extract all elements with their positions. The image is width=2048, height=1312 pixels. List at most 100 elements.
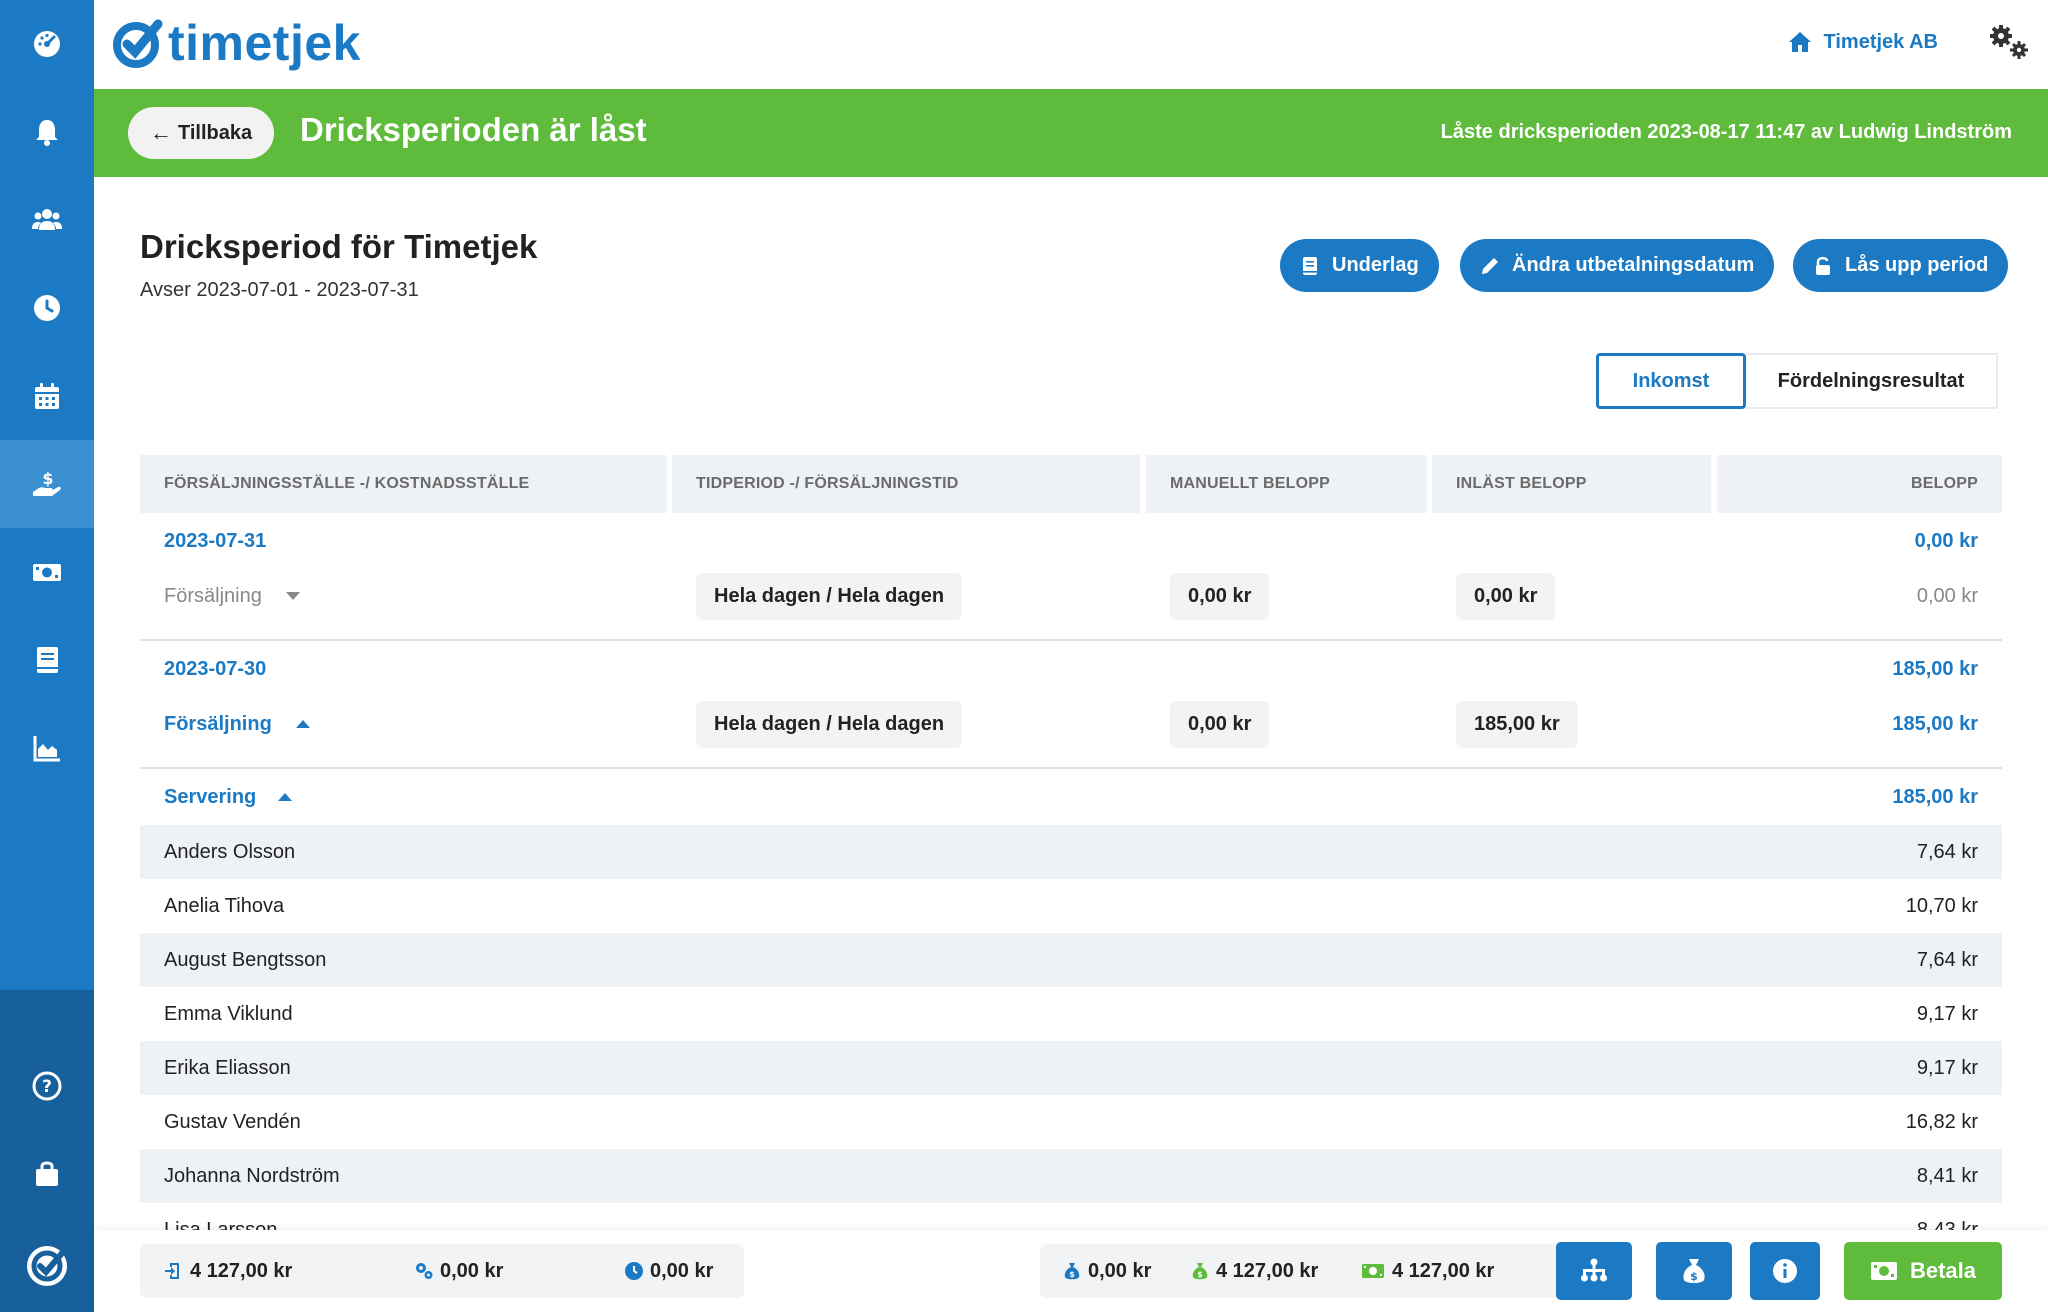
sidebar-item-shop[interactable] [0,1130,94,1218]
person-amount: 7,64 kr [1916,948,1978,971]
brand-logo[interactable]: timetjek [110,14,361,72]
cash-total: 4 127,00 kr [1360,1244,1494,1298]
info-button[interactable] [1750,1242,1820,1300]
svg-text:$: $ [1197,1270,1203,1279]
date-group-row[interactable]: 2023-07-30 185,00 kr [140,641,2002,697]
lock-info: Låste dricksperioden 2023-08-17 11:47 av… [1440,121,2012,143]
distribution-button[interactable] [1556,1242,1632,1300]
view-tabs: Inkomst Fördelningsresultat [1596,353,1998,409]
sidebar-item-tips[interactable]: $ [0,440,94,528]
table-row: August Bengtsson 7,64 kr [140,933,2002,987]
sidebar-item-statistics[interactable] [0,704,94,792]
tab-distribution-result[interactable]: Fördelningsresultat [1746,353,1998,409]
sidebar-item-reports[interactable] [0,616,94,704]
sitemap-icon [1581,1258,1607,1282]
money-bag-blue-icon: $ [1064,1263,1080,1280]
locked-banner: ← Tillbaka Dricksperioden är låst Låste … [94,89,2048,177]
table-row: Johanna Nordström 8,41 kr [140,1149,2002,1203]
person-amount: 16,82 kr [1905,1110,1978,1133]
company-name: Timetjek AB [1823,30,1938,53]
sidebar-item-payroll[interactable] [0,528,94,616]
lock-open-icon [1816,256,1830,275]
arrow-left-icon: ← [150,120,172,145]
person-name: Erika Eliasson [164,1056,291,1079]
caret-down-icon [285,592,300,600]
page-subtitle: Avser 2023-07-01 - 2023-07-31 [140,279,419,301]
table-row: Emma Viklund 9,17 kr [140,987,2002,1041]
person-amount: 8,41 kr [1916,1164,1978,1187]
row-amount: 185,00 kr [1892,712,1978,735]
column-header-amount: BELOPP [1717,455,2002,513]
underlag-button[interactable]: Underlag [1280,239,1439,292]
person-name: Gustav Vendén [164,1110,301,1133]
person-name: Anders Olsson [164,840,296,863]
settings-gears-icon[interactable] [1986,22,2032,62]
sales-toggle[interactable]: Försäljning [164,689,310,759]
sales-row: Försäljning Hela dagen / Hela dagen 0,00… [140,569,2002,641]
column-header-manual: MANUELLT BELOPP [1146,455,1427,513]
income-total-value: 4 127,00 kr [190,1259,293,1282]
dashboard-icon [34,31,60,57]
gears-icon [416,1263,433,1279]
person-name: Johanna Nordström [164,1164,340,1187]
table-row: Anders Olsson 7,64 kr [140,825,2002,879]
timetjek-logo-icon [27,1246,67,1286]
bell-icon [36,120,58,146]
unlock-period-button[interactable]: Lås upp period [1793,239,2009,292]
person-name: Emma Viklund [164,1002,293,1025]
imported-amount-pill: 185,00 kr [1456,700,1578,748]
row-amount: 0,00 kr [1916,584,1978,607]
period-cell: Hela dagen / Hela dagen [696,689,963,759]
back-button-label: Tillbaka [178,121,253,144]
sidebar-item-home-logo[interactable] [0,1222,94,1310]
table-header: FÖRSÄLJNINGSSTÄLLE -/ KOSTNADSSTÄLLE TID… [140,455,2002,513]
payout-bag-button[interactable]: $ [1656,1242,1732,1300]
adjustments-total-value: 0,00 kr [440,1259,504,1282]
person-amount: 7,64 kr [1916,840,1978,863]
book-icon [1303,256,1317,275]
svg-text:$: $ [42,469,53,488]
section-toggle[interactable]: Servering [164,769,293,825]
sidebar-item-notifications[interactable] [0,88,94,176]
caret-up-icon [295,720,310,728]
footer-left-summary: 4 127,00 kr 0,00 kr 0,00 kr [140,1244,744,1298]
income-table: FÖRSÄLJNINGSSTÄLLE -/ KOSTNADSSTÄLLE TID… [140,455,2002,1257]
banner-title: Dricksperioden är låst [300,111,647,148]
users-icon [32,209,62,230]
person-name: August Bengtsson [164,948,327,971]
book-icon [37,647,58,673]
unlock-period-label: Lås upp period [1845,254,1989,276]
time-total-value: 0,00 kr [650,1259,714,1282]
back-button[interactable]: ← Tillbaka [128,107,275,159]
date-group-row[interactable]: 2023-07-31 0,00 kr [140,513,2002,569]
distributed-total: $ 4 127,00 kr [1190,1244,1318,1298]
company-switcher[interactable]: Timetjek AB [1788,30,1938,54]
time-total: 0,00 kr [624,1244,713,1298]
brand-name: timetjek [168,15,361,71]
pay-button-label: Betala [1909,1258,1977,1283]
calendar-icon [35,383,59,409]
sidebar-item-dashboard[interactable] [0,0,94,88]
sidebar-item-help[interactable]: ? [0,1042,94,1130]
column-header-period: TIDPERIOD -/ FÖRSÄLJNINGSTID [672,455,1140,513]
sales-toggle[interactable]: Försäljning [164,561,300,631]
sidebar-item-time[interactable] [0,264,94,352]
tab-income[interactable]: Inkomst [1596,353,1746,409]
chart-icon [33,736,60,762]
manual-cell: 0,00 kr [1170,561,1270,631]
money-bag-icon: $ [1683,1259,1705,1283]
pay-button[interactable]: Betala [1844,1242,2002,1300]
person-amount: 10,70 kr [1905,894,1978,917]
sidebar-item-calendar[interactable] [0,352,94,440]
money-bag-green-icon: $ [1192,1263,1208,1280]
unpaid-total-value: 0,00 kr [1088,1259,1152,1282]
sidebar-item-users[interactable] [0,176,94,264]
caret-up-icon [278,793,293,801]
change-payout-date-button[interactable]: Ändra utbetalningsdatum [1460,239,1775,292]
top-header: timetjek Timetjek AB [94,0,2048,89]
manual-amount-pill: 0,00 kr [1170,572,1270,620]
period-pill: Hela dagen / Hela dagen [696,572,963,620]
bag-icon [36,1161,58,1186]
sales-label: Försäljning [164,712,272,735]
sales-row: Försäljning Hela dagen / Hela dagen 0,00… [140,697,2002,769]
